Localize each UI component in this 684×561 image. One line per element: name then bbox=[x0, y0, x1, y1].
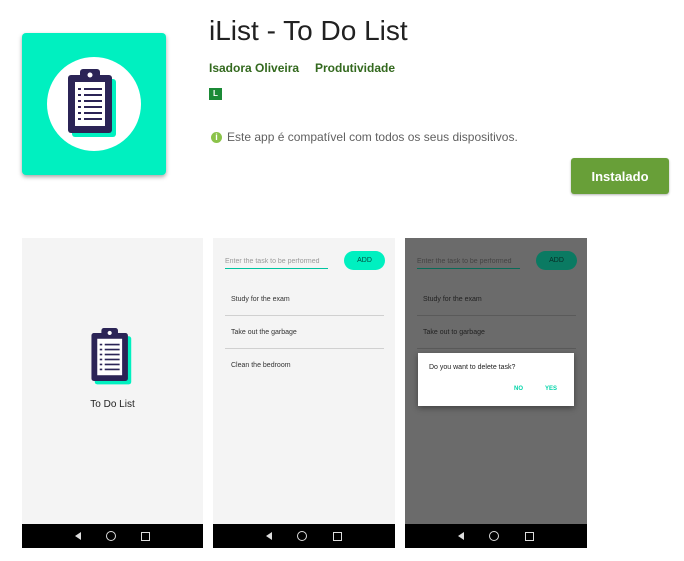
screenshot-task-list[interactable]: ADD Study for the exam Take out the garb… bbox=[213, 238, 395, 548]
task-item: Take out to garbage bbox=[417, 317, 576, 349]
screenshot-splash[interactable]: To Do List bbox=[22, 238, 203, 548]
home-icon bbox=[105, 531, 116, 541]
task-input bbox=[417, 254, 520, 269]
android-navbar bbox=[213, 524, 395, 548]
app-title: iList - To Do List bbox=[209, 15, 408, 46]
dialog-message: Do you want to delete task? bbox=[429, 364, 516, 371]
back-icon bbox=[74, 532, 81, 540]
category-link[interactable]: Produtividade bbox=[315, 60, 395, 76]
clipboard-icon bbox=[91, 328, 132, 385]
info-icon: i bbox=[211, 131, 222, 143]
delete-dialog: Do you want to delete task? NO YES bbox=[418, 353, 574, 406]
recents-icon bbox=[525, 531, 535, 541]
recents-icon bbox=[141, 531, 151, 541]
task-item: Study for the exam bbox=[225, 284, 384, 316]
task-item: Take out the garbage bbox=[225, 317, 384, 349]
back-icon bbox=[265, 532, 272, 540]
home-icon bbox=[489, 531, 500, 541]
install-button[interactable]: Instalado bbox=[571, 158, 669, 194]
task-item: Study for the exam bbox=[417, 284, 576, 316]
home-icon bbox=[297, 531, 308, 541]
add-button: ADD bbox=[344, 251, 385, 270]
add-button: ADD bbox=[536, 251, 577, 270]
task-item: Clean the bedroom bbox=[231, 362, 291, 369]
android-navbar bbox=[22, 524, 203, 548]
content-rating-badge: L bbox=[209, 88, 222, 100]
recents-icon bbox=[333, 531, 343, 541]
splash-app-name: To Do List bbox=[90, 399, 135, 410]
compatibility-text: Este app é compatível com todos os seus … bbox=[227, 130, 518, 144]
screenshot-delete-dialog[interactable]: ADD Study for the exam Take out to garba… bbox=[405, 238, 587, 548]
android-navbar bbox=[405, 524, 587, 548]
developer-link[interactable]: Isadora Oliveira bbox=[209, 60, 299, 76]
compatibility-note: i Este app é compatível com todos os seu… bbox=[211, 129, 518, 145]
dialog-yes-button: YES bbox=[545, 386, 558, 392]
app-icon bbox=[22, 33, 166, 175]
clipboard-icon bbox=[68, 69, 116, 137]
dialog-no-button: NO bbox=[514, 386, 523, 392]
task-input bbox=[225, 254, 328, 269]
back-icon bbox=[457, 532, 464, 540]
